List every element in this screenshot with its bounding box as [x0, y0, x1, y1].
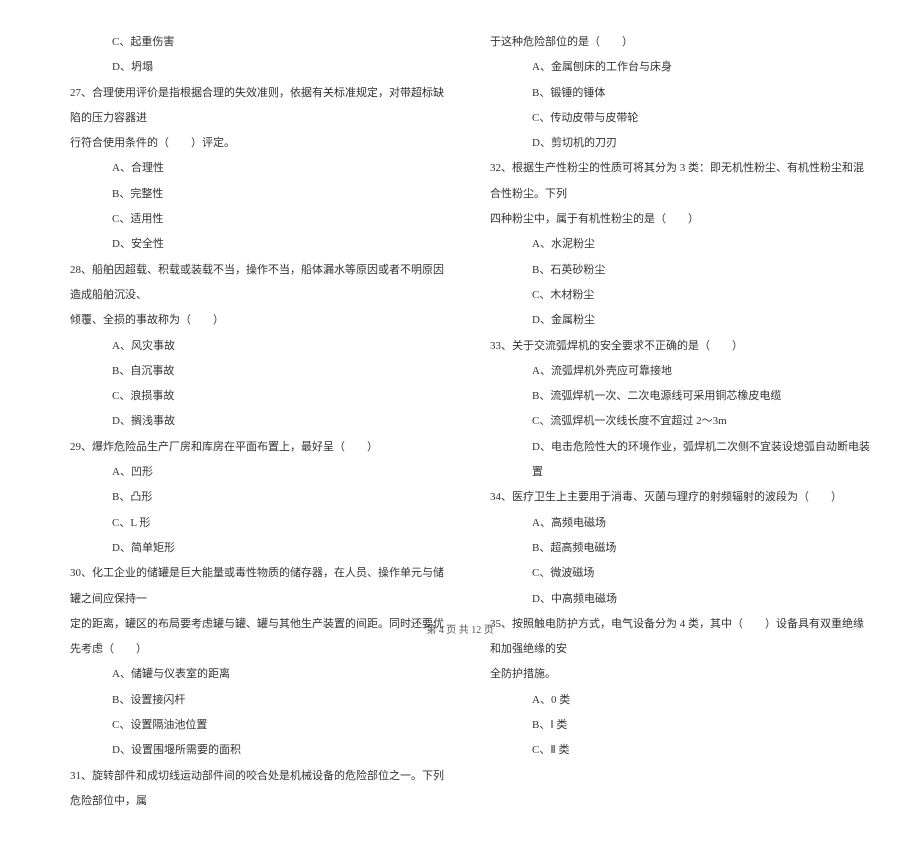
option-item: C、Ⅱ 类 [490, 738, 870, 763]
question-29-stem: 29、爆炸危险品生产厂房和库房在平面布置上，最好呈（ ） [70, 435, 450, 460]
left-column: C、起重伤害 D、坍塌 27、合理使用评价是指根据合理的失效准则，依据有关标准规… [70, 30, 450, 814]
option-item: C、设置隔油池位置 [70, 713, 450, 738]
option-item: C、适用性 [70, 207, 450, 232]
question-30-stem-cont: 定的距离，罐区的布局要考虑罐与罐、罐与其他生产装置的间距。同时还要优先考虑（ ） [70, 612, 450, 663]
option-item: C、起重伤害 [70, 30, 450, 55]
question-35-stem-cont: 全防护措施。 [490, 662, 870, 687]
option-item: B、凸形 [70, 485, 450, 510]
option-item: B、完整性 [70, 182, 450, 207]
option-item: A、水泥粉尘 [490, 232, 870, 257]
option-item: C、流弧焊机一次线长度不宜超过 2～3m [490, 409, 870, 434]
question-32-stem: 32、根据生产性粉尘的性质可将其分为 3 类：即无机性粉尘、有机性粉尘和混合性粉… [490, 156, 870, 207]
question-32-stem-cont: 四种粉尘中，属于有机性粉尘的是（ ） [490, 207, 870, 232]
option-item: B、设置接闪杆 [70, 688, 450, 713]
right-column: 于这种危险部位的是（ ） A、金属刨床的工作台与床身 B、锻锤的锤体 C、传动皮… [490, 30, 870, 814]
option-item: B、超高频电磁场 [490, 536, 870, 561]
option-item: B、石英砂粉尘 [490, 258, 870, 283]
question-35-stem: 35、按照触电防护方式，电气设备分为 4 类，其中（ ）设备具有双重绝缘和加强绝… [490, 612, 870, 663]
document-page: C、起重伤害 D、坍塌 27、合理使用评价是指根据合理的失效准则，依据有关标准规… [0, 0, 920, 854]
option-item: D、坍塌 [70, 55, 450, 80]
option-item: B、Ⅰ 类 [490, 713, 870, 738]
option-item: A、储罐与仪表室的距离 [70, 662, 450, 687]
question-27-stem: 27、合理使用评价是指根据合理的失效准则，依据有关标准规定，对带超标缺陷的压力容… [70, 81, 450, 132]
option-item: A、高频电磁场 [490, 511, 870, 536]
question-31-stem-cont: 于这种危险部位的是（ ） [490, 30, 870, 55]
option-item: C、微波磁场 [490, 561, 870, 586]
option-item: A、0 类 [490, 688, 870, 713]
option-item: D、搁浅事故 [70, 409, 450, 434]
option-item: D、剪切机的刀刃 [490, 131, 870, 156]
option-item: B、流弧焊机一次、二次电源线可采用铜芯橡皮电缆 [490, 384, 870, 409]
option-item: C、传动皮带与皮带轮 [490, 106, 870, 131]
option-item: D、安全性 [70, 232, 450, 257]
option-item: C、浪损事故 [70, 384, 450, 409]
option-item: C、L 形 [70, 511, 450, 536]
question-28-stem: 28、船舶因超载、积载或装载不当，操作不当，船体漏水等原因或者不明原因造成船舶沉… [70, 258, 450, 309]
question-33-stem: 33、关于交流弧焊机的安全要求不正确的是（ ） [490, 334, 870, 359]
option-item: A、流弧焊机外壳应可靠接地 [490, 359, 870, 384]
option-item: A、金属刨床的工作台与床身 [490, 55, 870, 80]
option-item: D、金属粉尘 [490, 308, 870, 333]
option-item: D、简单矩形 [70, 536, 450, 561]
option-item: A、凹形 [70, 460, 450, 485]
option-item: D、中高频电磁场 [490, 587, 870, 612]
option-item: A、风灾事故 [70, 334, 450, 359]
option-item: B、锻锤的锤体 [490, 81, 870, 106]
question-30-stem: 30、化工企业的储罐是巨大能量或毒性物质的储存器，在人员、操作单元与储罐之间应保… [70, 561, 450, 612]
option-item: D、设置围堰所需要的面积 [70, 738, 450, 763]
question-28-stem-cont: 倾覆、全损的事故称为（ ） [70, 308, 450, 333]
question-34-stem: 34、医疗卫生上主要用于消毒、灭菌与理疗的射频辐射的波段为（ ） [490, 485, 870, 510]
question-27-stem-cont: 行符合使用条件的（ ）评定。 [70, 131, 450, 156]
option-item: C、木材粉尘 [490, 283, 870, 308]
option-item: B、自沉事故 [70, 359, 450, 384]
option-item: D、电击危险性大的环境作业，弧焊机二次侧不宜装设熄弧自动断电装置 [490, 435, 870, 486]
option-item: A、合理性 [70, 156, 450, 181]
question-31-stem: 31、旋转部件和成切线运动部件间的咬合处是机械设备的危险部位之一。下列危险部位中… [70, 764, 450, 815]
page-footer: 第 4 页 共 12 页 [0, 621, 920, 636]
